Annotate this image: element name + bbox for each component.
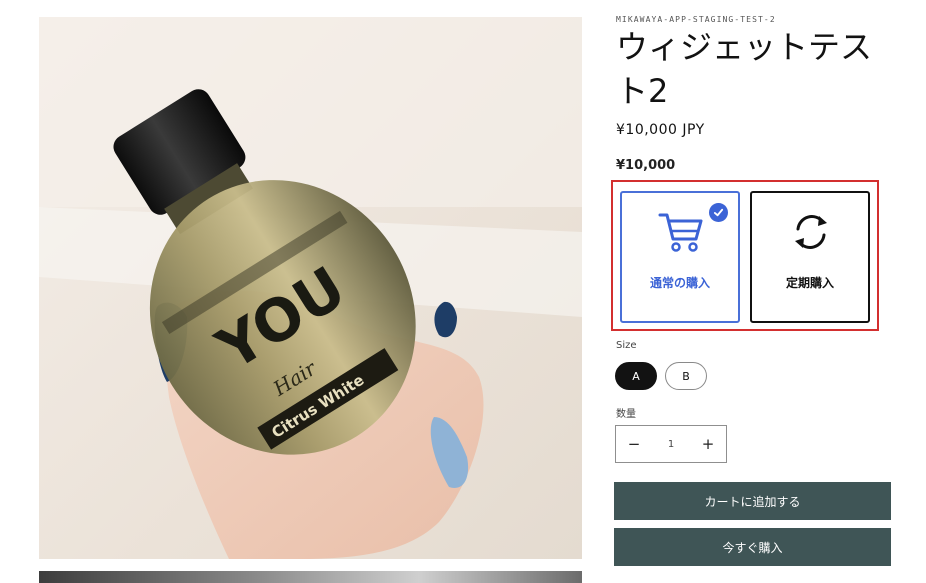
purchase-option-onetime-label: 通常の購入 (649, 276, 710, 290)
widget-price: ¥10,000 (616, 158, 676, 173)
product-title: ウィジェットテスト2 (616, 28, 873, 110)
product-photo-illustration: YOU Hair Citrus White (39, 17, 582, 559)
size-option-a[interactable]: A (615, 362, 657, 390)
quantity-label: 数量 (616, 409, 636, 420)
size-label: Size (616, 340, 637, 351)
purchase-option-onetime[interactable]: 通常の購入 (620, 191, 740, 323)
product-vendor: MIKAWAYA-APP-STAGING-TEST-2 (616, 15, 776, 24)
quantity-decrease-button[interactable]: − (616, 426, 652, 462)
purchase-option-subscription[interactable]: 定期購入 (750, 191, 870, 323)
quantity-increase-button[interactable]: + (690, 426, 726, 462)
quantity-stepper: − + (615, 425, 727, 463)
add-to-cart-button[interactable]: カートに追加する (614, 482, 891, 520)
quantity-input[interactable] (652, 438, 690, 450)
refresh-cycle-icon (795, 215, 827, 249)
cart-icon (658, 213, 703, 252)
purchase-option-subscription-label: 定期購入 (785, 276, 834, 290)
product-price: ¥10,000 JPY (616, 122, 705, 138)
size-option-b[interactable]: B (665, 362, 707, 390)
buy-now-button[interactable]: 今すぐ購入 (614, 528, 891, 566)
product-image[interactable]: YOU Hair Citrus White (39, 17, 582, 559)
selected-check-icon (709, 203, 728, 222)
product-image-secondary[interactable] (39, 571, 582, 583)
